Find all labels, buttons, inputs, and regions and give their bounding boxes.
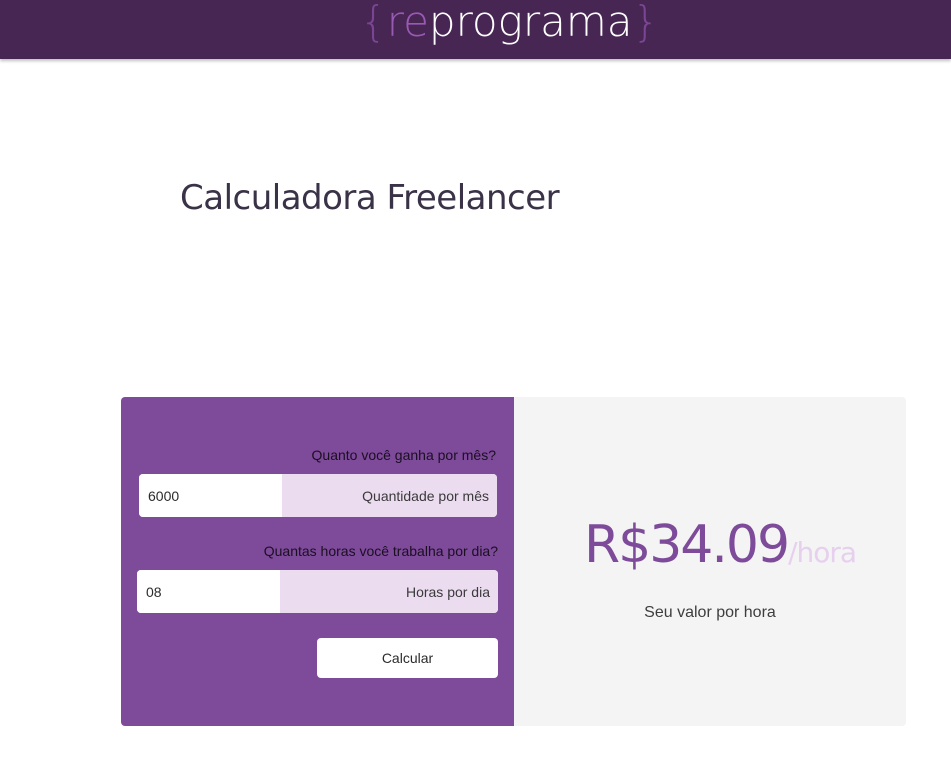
hours-per-day-label: Quantas horas você trabalha por dia? (263, 543, 498, 559)
calculator-form: Quanto você ganha por mês? Quantidade po… (121, 397, 514, 726)
hourly-rate-caption: Seu valor por hora (644, 604, 776, 621)
monthly-income-addon: Quantidade por mês (282, 474, 497, 517)
hourly-rate-display: R$34.09 /hora (584, 515, 857, 575)
logo-prefix: re (386, 0, 429, 46)
hours-per-day-group: Horas por dia (137, 570, 498, 613)
hourly-rate-amount: R$34.09 (584, 515, 790, 575)
logo-brace-close: } (632, 0, 660, 46)
monthly-income-group: Quantidade por mês (139, 474, 497, 517)
monthly-income-input[interactable] (139, 474, 282, 517)
hours-per-day-addon: Horas por dia (280, 570, 498, 613)
logo-suffix: programa (428, 0, 633, 46)
reprograma-logo[interactable]: { re programa } (360, 0, 659, 52)
calculate-button[interactable]: Calcular (317, 638, 498, 678)
header-bar: { re programa } (0, 0, 951, 59)
hours-per-day-input[interactable] (137, 570, 280, 613)
hourly-rate-unit: /hora (788, 536, 857, 569)
calculator-card: Quanto você ganha por mês? Quantidade po… (121, 397, 906, 726)
logo-brace-open: { (360, 0, 387, 46)
page-title: Calculadora Freelancer (180, 178, 560, 218)
result-panel: R$34.09 /hora Seu valor por hora (514, 397, 906, 726)
monthly-income-label: Quanto você ganha por mês? (311, 447, 496, 463)
